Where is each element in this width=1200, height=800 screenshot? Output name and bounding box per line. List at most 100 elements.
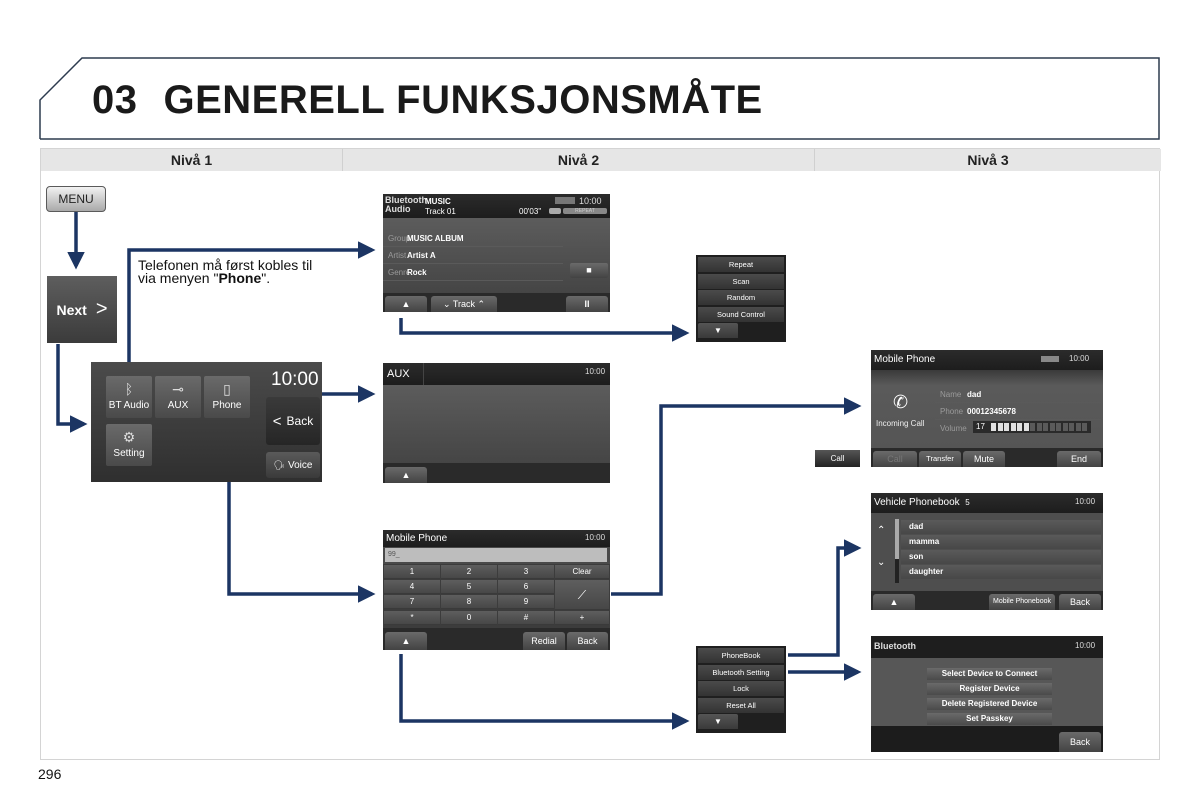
scrollbar[interactable] bbox=[895, 519, 899, 583]
tile-bt-audio[interactable]: ᛒ BT Audio bbox=[106, 376, 152, 418]
set-passkey-button[interactable]: Set Passkey bbox=[927, 713, 1052, 725]
back-button[interactable]: Back bbox=[1059, 732, 1101, 752]
incoming-call-icon: ✆ bbox=[893, 392, 909, 412]
end-call-button[interactable]: End bbox=[1057, 451, 1101, 467]
key-star[interactable]: * bbox=[384, 611, 440, 625]
key-6[interactable]: 6 bbox=[498, 580, 554, 594]
info-row-group: GroupMUSIC ALBUM bbox=[383, 230, 563, 247]
voice-button[interactable]: 🗣 Voice bbox=[266, 452, 320, 478]
key-8[interactable]: 8 bbox=[441, 595, 497, 609]
pause-button[interactable]: II bbox=[566, 296, 608, 312]
redial-button[interactable]: Redial bbox=[523, 632, 565, 650]
tile-setting[interactable]: ⚙ Setting bbox=[106, 424, 152, 466]
incoming-title: Mobile Phone bbox=[874, 354, 936, 365]
key-3[interactable]: 3 bbox=[498, 565, 554, 579]
dial-call-button[interactable]: ⟋ bbox=[555, 580, 609, 610]
chevron-right-icon: > bbox=[95, 298, 108, 320]
phonebook-title: Vehicle Phonebook 5 bbox=[874, 497, 970, 508]
volume-segment bbox=[1017, 423, 1022, 431]
up-button[interactable]: ▲ bbox=[385, 632, 427, 650]
pause-icon: II bbox=[584, 299, 590, 309]
chevron-left-icon: < bbox=[272, 412, 282, 430]
key-2[interactable]: 2 bbox=[441, 565, 497, 579]
up-arrow-icon: ▲ bbox=[889, 597, 899, 607]
mobile-phonebook-button[interactable]: Mobile Phonebook bbox=[989, 594, 1055, 610]
next-button[interactable]: Next > bbox=[47, 276, 117, 343]
level-3-header: Nivå 3 bbox=[815, 149, 1161, 171]
aux-cable-icon: ⊸ bbox=[172, 381, 184, 397]
call-answer-button[interactable]: Call bbox=[873, 451, 917, 467]
tile-label: Phone bbox=[212, 400, 242, 411]
contact-row[interactable]: son bbox=[901, 550, 1101, 564]
menu-item-lock[interactable]: Lock bbox=[698, 681, 784, 696]
voice-label: Voice bbox=[287, 459, 313, 471]
up-button[interactable]: ▲ bbox=[873, 594, 915, 610]
clear-button[interactable]: Clear bbox=[555, 565, 609, 579]
divider bbox=[423, 363, 424, 385]
volume-segment bbox=[997, 423, 1003, 431]
shuffle-indicator-icon bbox=[549, 208, 561, 214]
menu-down-button[interactable]: ▼ bbox=[698, 323, 738, 338]
volume-segment bbox=[1069, 423, 1074, 431]
transfer-call-button[interactable]: Transfer Call bbox=[919, 451, 961, 467]
scroll-up-icon[interactable]: ⌃ bbox=[877, 525, 885, 536]
select-device-button[interactable]: Select Device to Connect bbox=[927, 668, 1052, 680]
chevron-down-icon: ⌄ bbox=[442, 299, 451, 309]
volume-segment bbox=[1075, 423, 1081, 431]
key-0[interactable]: 0 bbox=[441, 611, 497, 625]
menu-button[interactable]: MENU bbox=[46, 186, 106, 212]
page-number: 296 bbox=[38, 766, 62, 782]
track-button[interactable]: ⌄ Track ⌃ bbox=[431, 296, 497, 312]
volume-bar[interactable]: 17 bbox=[973, 421, 1091, 433]
clock: 10:00 bbox=[271, 369, 319, 390]
menu-item-scan[interactable]: Scan bbox=[698, 273, 784, 289]
contact-row[interactable]: daughter bbox=[901, 565, 1101, 579]
level-1-header: Nivå 1 bbox=[41, 149, 343, 171]
bt-audio-screen: Bluetooth Audio MUSIC Track 01 00'03" REP… bbox=[383, 194, 610, 312]
tile-aux[interactable]: ⊸ AUX bbox=[155, 376, 201, 418]
menu-item-bluetooth-setting[interactable]: Bluetooth Setting bbox=[698, 664, 784, 680]
back-button[interactable]: < Back bbox=[266, 397, 320, 445]
key-7[interactable]: 7 bbox=[384, 595, 440, 609]
menu-item-reset-all[interactable]: Reset All bbox=[698, 697, 784, 713]
back-button[interactable]: Back bbox=[567, 632, 608, 650]
key-4[interactable]: 4 bbox=[384, 580, 440, 594]
call-button[interactable]: Call bbox=[815, 450, 860, 467]
chapter-title: GENERELL FUNKSJONSMÅTE bbox=[163, 78, 763, 122]
contact-row[interactable]: dad bbox=[901, 520, 1101, 534]
key-1[interactable]: 1 bbox=[384, 565, 440, 579]
menu-item-repeat[interactable]: Repeat bbox=[698, 257, 784, 272]
register-device-button[interactable]: Register Device bbox=[927, 683, 1052, 695]
stop-button[interactable]: ■ bbox=[570, 263, 608, 278]
tile-phone[interactable]: ▯ Phone bbox=[204, 376, 250, 418]
up-button[interactable]: ▲ bbox=[385, 296, 427, 312]
key-plus[interactable]: + bbox=[555, 611, 609, 625]
down-arrow-icon: ▼ bbox=[714, 717, 722, 726]
up-arrow-icon: ▲ bbox=[401, 470, 411, 480]
up-arrow-icon: ▲ bbox=[401, 299, 411, 309]
bluetooth-settings-screen: Bluetooth 10:00 Select Device to Connect… bbox=[871, 636, 1103, 752]
volume-segment bbox=[1043, 423, 1048, 431]
caller-name: dad bbox=[967, 390, 982, 399]
key-hash[interactable]: # bbox=[498, 611, 554, 625]
volume-value: 17 bbox=[976, 422, 985, 431]
volume-segment bbox=[1023, 423, 1029, 431]
back-button[interactable]: Back bbox=[1059, 594, 1101, 610]
key-9[interactable]: 9 bbox=[498, 595, 554, 609]
page-title: 03 GENERELL FUNKSJONSMÅTE bbox=[92, 78, 763, 123]
dial-input[interactable]: 99_ bbox=[385, 548, 607, 562]
scroll-down-icon[interactable]: ⌄ bbox=[877, 557, 885, 568]
menu-item-phonebook[interactable]: PhoneBook bbox=[698, 648, 784, 663]
menu-item-sound-control[interactable]: Sound Control bbox=[698, 306, 784, 322]
up-button[interactable]: ▲ bbox=[385, 467, 427, 483]
key-5[interactable]: 5 bbox=[441, 580, 497, 594]
menu-down-button[interactable]: ▼ bbox=[698, 714, 738, 729]
volume-segment bbox=[1049, 423, 1055, 431]
info-row-genre: GenreRock bbox=[383, 264, 563, 281]
audio-options-menu: Repeat Scan Random Sound Control ▼ bbox=[696, 255, 786, 342]
delete-device-button[interactable]: Delete Registered Device bbox=[927, 698, 1052, 710]
menu-item-random[interactable]: Random bbox=[698, 290, 784, 305]
mute-button[interactable]: Mute bbox=[963, 451, 1005, 467]
chapter-title-frame bbox=[39, 57, 1160, 140]
contact-row[interactable]: mamma bbox=[901, 535, 1101, 549]
